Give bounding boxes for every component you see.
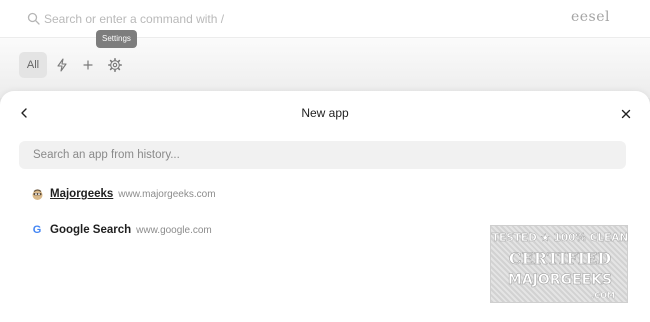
google-favicon: G — [32, 224, 42, 236]
app-name: Google Search — [50, 224, 132, 236]
app-list-item-majorgeeks[interactable]: Majorgeeks www.majorgeeks.com — [30, 185, 216, 203]
search-icon — [27, 12, 40, 25]
app-history-search-input[interactable] — [19, 141, 626, 169]
majorgeeks-watermark: TESTED ★ 100% CLEAN CERTIFIED MAJORGEEKS… — [490, 225, 628, 303]
settings-tooltip: Settings — [96, 30, 137, 48]
app-name: Majorgeeks — [50, 188, 114, 200]
actions-button[interactable] — [54, 57, 70, 73]
plus-icon — [83, 60, 93, 70]
close-button[interactable] — [620, 108, 632, 120]
filter-all-button[interactable]: All — [19, 52, 47, 78]
bolt-icon — [57, 58, 67, 72]
panel-title: New app — [301, 106, 349, 120]
command-input[interactable] — [44, 9, 464, 29]
watermark-line-com: .COM — [591, 291, 615, 300]
app-url: www.majorgeeks.com — [118, 188, 216, 200]
brand-logo: eesel — [570, 9, 610, 25]
settings-button[interactable] — [107, 57, 123, 73]
watermark-line-tested: TESTED ★ 100% CLEAN — [492, 232, 628, 244]
watermark-line-certified: CERTIFIED — [509, 249, 611, 268]
majorgeeks-favicon — [30, 187, 44, 201]
close-icon — [621, 109, 631, 119]
watermark-line-majorgeeks: MAJORGEEKS — [508, 272, 612, 288]
app-window: eesel Settings All — [0, 0, 650, 322]
add-app-button[interactable] — [80, 57, 96, 73]
app-list-item-google-search[interactable]: G Google Search www.google.com — [30, 221, 212, 239]
app-url: www.google.com — [136, 224, 212, 236]
gear-icon — [107, 57, 122, 72]
